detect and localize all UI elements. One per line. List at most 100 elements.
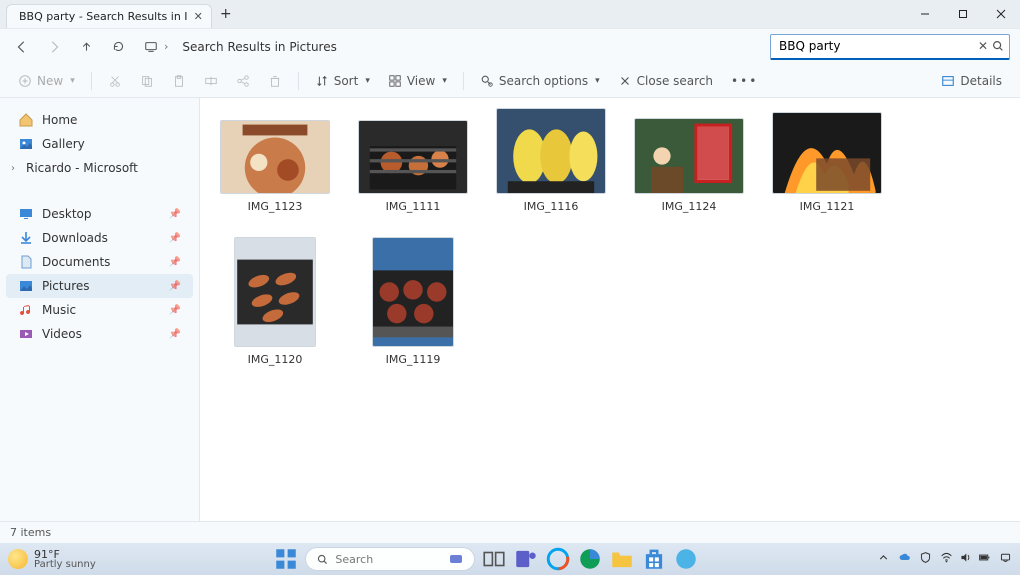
view-label: View	[407, 74, 435, 88]
paste-button[interactable]	[164, 70, 194, 92]
thumbnail-label: IMG_1120	[248, 353, 303, 366]
sidebar-item-gallery[interactable]: Gallery	[6, 132, 193, 156]
search-accent-icon	[448, 551, 464, 567]
search-submit-icon[interactable]	[991, 39, 1005, 53]
sidebar-label: Gallery	[42, 137, 85, 151]
sidebar-label: Documents	[42, 255, 110, 269]
search-options-button[interactable]: Search options ▾	[472, 70, 608, 92]
taskbar-app-copilot[interactable]	[545, 546, 571, 572]
taskbar-app-teams[interactable]	[513, 546, 539, 572]
forward-button[interactable]	[42, 35, 66, 59]
taskbar-weather[interactable]: 91°F Partly sunny	[8, 549, 96, 570]
tray-volume-icon[interactable]	[959, 551, 972, 567]
back-button[interactable]	[10, 35, 34, 59]
sidebar-label: Downloads	[42, 231, 108, 245]
status-text: 7 items	[10, 526, 51, 539]
thumbnail-image	[634, 118, 744, 194]
copy-button[interactable]	[132, 70, 162, 92]
delete-button[interactable]	[260, 70, 290, 92]
downloads-icon	[18, 230, 34, 246]
thumbnail-image	[772, 112, 882, 194]
sidebar-item-videos[interactable]: Videos 📌	[6, 322, 193, 346]
thumbnail-item[interactable]: IMG_1123	[220, 120, 330, 213]
thumbnail-item[interactable]: IMG_1124	[634, 118, 744, 213]
pin-icon: 📌	[169, 329, 181, 340]
tray-wifi-icon[interactable]	[940, 551, 953, 567]
thumbnail-item[interactable]: IMG_1119	[358, 237, 468, 366]
thumbnail-item[interactable]: IMG_1116	[496, 108, 606, 213]
copy-icon	[140, 74, 154, 88]
tray-security-icon[interactable]	[919, 551, 932, 567]
music-icon	[18, 302, 34, 318]
maximize-button[interactable]	[944, 0, 982, 28]
taskbar-search[interactable]: Search	[305, 547, 475, 571]
chevron-down-icon: ▾	[442, 76, 447, 86]
cut-icon	[108, 74, 122, 88]
chevron-right-icon: ›	[8, 163, 18, 174]
taskbar: 91°F Partly sunny Search	[0, 543, 1020, 575]
minimize-button[interactable]	[906, 0, 944, 28]
sidebar-item-pictures[interactable]: Pictures 📌	[6, 274, 193, 298]
search-input[interactable]	[779, 39, 975, 53]
pin-icon: 📌	[169, 257, 181, 268]
search-options-icon	[480, 74, 494, 88]
taskbar-app-explorer[interactable]	[609, 546, 635, 572]
add-tab-button[interactable]: +	[212, 6, 240, 22]
thumbnail-item[interactable]: IMG_1111	[358, 120, 468, 213]
taskbar-app-store[interactable]	[641, 546, 667, 572]
taskbar-search-placeholder: Search	[335, 553, 373, 566]
details-icon	[941, 74, 955, 88]
sidebar-item-downloads[interactable]: Downloads 📌	[6, 226, 193, 250]
taskbar-app-edge[interactable]	[577, 546, 603, 572]
close-search-button[interactable]: Close search	[610, 70, 721, 92]
breadcrumb-root[interactable]: ›	[138, 40, 174, 54]
taskbar-app-generic[interactable]	[673, 546, 699, 572]
clear-search-icon[interactable]: ✕	[975, 39, 991, 53]
refresh-button[interactable]	[106, 35, 130, 59]
pin-icon: 📌	[169, 209, 181, 220]
sort-button[interactable]: Sort ▾	[307, 70, 378, 92]
sidebar-item-documents[interactable]: Documents 📌	[6, 250, 193, 274]
thumbnail-label: IMG_1116	[524, 200, 579, 213]
sidebar-item-home[interactable]: Home	[6, 108, 193, 132]
weather-temp: 91°F	[34, 549, 96, 560]
rename-button[interactable]	[196, 70, 226, 92]
up-button[interactable]	[74, 35, 98, 59]
status-bar: 7 items	[0, 521, 1020, 543]
window-tab[interactable]: BBQ party - Search Results in I ✕	[6, 4, 212, 28]
thumbnail-label: IMG_1124	[662, 200, 717, 213]
thumbnail-item[interactable]: IMG_1120	[220, 237, 330, 366]
home-icon	[18, 112, 34, 128]
task-view-button[interactable]	[481, 546, 507, 572]
view-button[interactable]: View ▾	[380, 70, 455, 92]
share-button[interactable]	[228, 70, 258, 92]
details-label: Details	[960, 74, 1002, 88]
search-options-label: Search options	[499, 74, 588, 88]
breadcrumb-location[interactable]: Search Results in Pictures	[182, 40, 762, 54]
tray-notifications-icon[interactable]	[999, 551, 1012, 567]
sidebar-item-music[interactable]: Music 📌	[6, 298, 193, 322]
view-icon	[388, 74, 402, 88]
new-button[interactable]: New ▾	[10, 70, 83, 92]
cut-button[interactable]	[100, 70, 130, 92]
details-button[interactable]: Details	[933, 70, 1010, 92]
tray-onedrive-icon[interactable]	[898, 551, 911, 567]
tray-battery-icon[interactable]	[978, 551, 991, 567]
thumbnail-image	[372, 237, 454, 347]
close-tab-icon[interactable]: ✕	[194, 10, 203, 23]
sidebar-item-account[interactable]: › Ricardo - Microsoft	[2, 156, 197, 180]
thumbnail-image	[234, 237, 316, 347]
thumbnail-image	[358, 120, 468, 194]
search-icon	[316, 553, 329, 566]
more-button[interactable]: •••	[723, 70, 766, 92]
thumbnail-item[interactable]: IMG_1121	[772, 112, 882, 213]
tray-chevron-icon[interactable]	[877, 551, 890, 567]
sidebar-label: Ricardo - Microsoft	[26, 161, 138, 175]
search-box[interactable]: ✕	[770, 34, 1010, 60]
results-grid: IMG_1123 IMG_1111 IMG_1116 IMG_1124 IMG_…	[220, 108, 1000, 366]
chevron-down-icon: ▾	[595, 76, 600, 86]
sidebar-item-desktop[interactable]: Desktop 📌	[6, 202, 193, 226]
start-button[interactable]	[273, 546, 299, 572]
close-window-button[interactable]	[982, 0, 1020, 28]
videos-icon	[18, 326, 34, 342]
